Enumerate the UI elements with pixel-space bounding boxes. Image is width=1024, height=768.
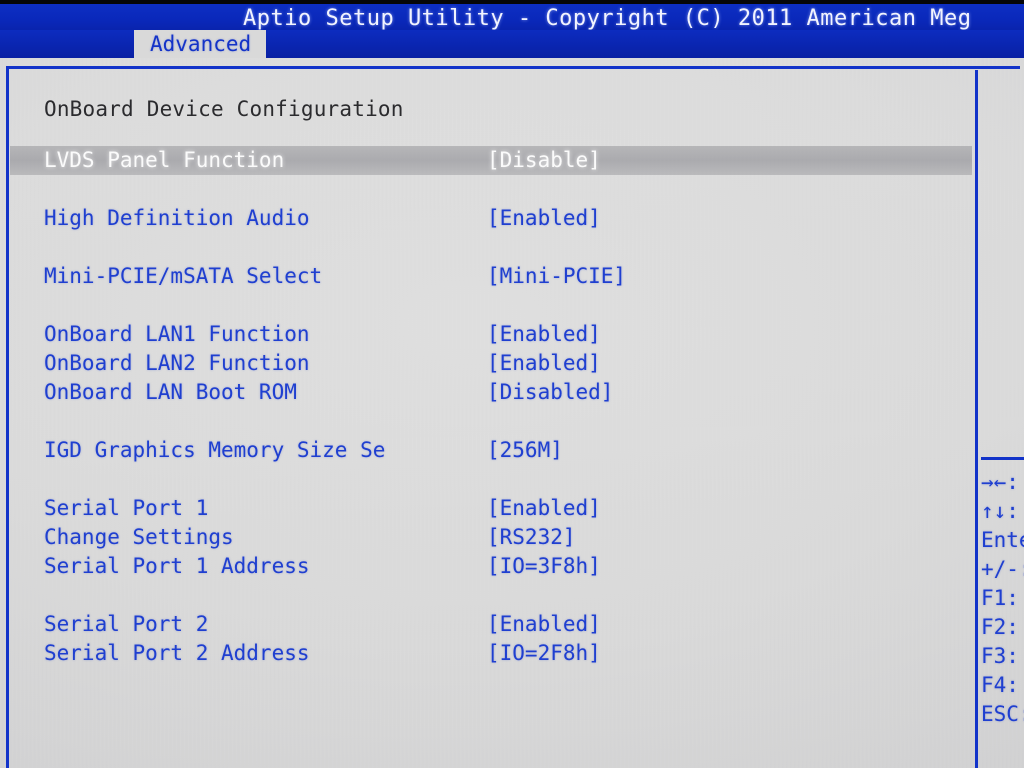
setting-row[interactable]: LVDS Panel Function [Disable]: [10, 146, 972, 175]
setting-label: OnBoard LAN2 Function: [44, 351, 310, 375]
help-key-row: F3:: [981, 642, 1024, 671]
help-key-row: F4:: [981, 671, 1024, 700]
setting-value[interactable]: [IO=3F8h]: [487, 552, 601, 581]
esc-key: ESC:: [981, 702, 1024, 726]
plus-minus-key: +/-:: [981, 557, 1024, 581]
setting-row[interactable]: Serial Port 1 Address [IO=3F8h]: [10, 552, 972, 581]
help-key-row: ↑↓:: [981, 497, 1024, 526]
setting-value[interactable]: [Enabled]: [487, 204, 601, 233]
setting-label: Serial Port 2: [44, 612, 209, 636]
setting-value[interactable]: [RS232]: [487, 523, 576, 552]
help-key-row: F2:: [981, 613, 1024, 642]
setting-row[interactable]: OnBoard LAN Boot ROM [Disabled]: [10, 378, 972, 407]
page-title: OnBoard Device Configuration: [44, 97, 404, 121]
setting-row[interactable]: High Definition Audio [Enabled]: [10, 204, 972, 233]
setting-label: OnBoard LAN1 Function: [44, 322, 310, 346]
help-key-row: Ente: [981, 526, 1024, 555]
setting-value[interactable]: [Disable]: [487, 146, 601, 175]
setting-value[interactable]: [IO=2F8h]: [487, 639, 601, 668]
setting-row[interactable]: OnBoard LAN1 Function [Enabled]: [10, 320, 972, 349]
left-right-arrow-key: →←:: [981, 470, 1019, 494]
f4-key: F4:: [981, 673, 1019, 697]
setting-value[interactable]: [Enabled]: [487, 494, 601, 523]
setting-value[interactable]: [256M]: [487, 436, 563, 465]
window-title: Aptio Setup Utility - Copyright (C) 2011…: [243, 6, 972, 31]
up-down-arrow-key: ↑↓:: [981, 499, 1019, 523]
setting-row[interactable]: Change Settings [RS232]: [10, 523, 972, 552]
setting-row[interactable]: Serial Port 2 Address [IO=2F8h]: [10, 639, 972, 668]
setting-label: Serial Port 1 Address: [44, 554, 310, 578]
setting-value[interactable]: [Disabled]: [487, 378, 613, 407]
f1-key: F1:: [981, 586, 1019, 610]
setting-value[interactable]: [Enabled]: [487, 610, 601, 639]
setting-label: High Definition Audio: [44, 206, 310, 230]
help-key-row: →←:: [981, 468, 1024, 497]
setting-label: Change Settings: [44, 525, 234, 549]
setting-label: IGD Graphics Memory Size Se: [44, 438, 386, 462]
setting-row[interactable]: IGD Graphics Memory Size Se [256M]: [10, 436, 972, 465]
setting-label: LVDS Panel Function: [44, 148, 285, 172]
pane-divider: [975, 70, 978, 768]
f2-key: F2:: [981, 615, 1019, 639]
screen-top-bezel: [0, 0, 1024, 4]
setting-label: Serial Port 1: [44, 496, 209, 520]
setting-row[interactable]: Serial Port 2 [Enabled]: [10, 610, 972, 639]
setting-label: Mini-PCIE/mSATA Select: [44, 264, 323, 288]
settings-pane: OnBoard Device Configuration LVDS Panel …: [10, 70, 972, 766]
help-key-row: +/-:: [981, 555, 1024, 584]
setting-row[interactable]: Mini-PCIE/mSATA Select [Mini-PCIE]: [10, 262, 972, 291]
help-key-row: ESC:: [981, 700, 1024, 729]
help-pane: →←: ↑↓: Ente +/-: F1: F2: F3: F4: ESC:: [981, 70, 1024, 768]
settings-list: LVDS Panel Function [Disable] High Definit…: [10, 146, 972, 668]
tab-advanced[interactable]: Advanced: [134, 30, 267, 58]
enter-key: Ente: [981, 528, 1024, 552]
setting-row[interactable]: OnBoard LAN2 Function [Enabled]: [10, 349, 972, 378]
setting-value[interactable]: [Enabled]: [487, 349, 601, 378]
help-separator: [981, 457, 1024, 460]
setting-value[interactable]: [Mini-PCIE]: [487, 262, 626, 291]
setting-value[interactable]: [Enabled]: [487, 320, 601, 349]
key-legend-list: →←: ↑↓: Ente +/-: F1: F2: F3: F4: ESC:: [981, 468, 1024, 729]
help-key-row: F1:: [981, 584, 1024, 613]
frame-left-rail: [6, 66, 9, 768]
setting-row[interactable]: Serial Port 1 [Enabled]: [10, 494, 972, 523]
setting-label: Serial Port 2 Address: [44, 641, 310, 665]
setting-label: OnBoard LAN Boot ROM: [44, 380, 297, 404]
f3-key: F3:: [981, 644, 1019, 668]
bios-setup-screen: Aptio Setup Utility - Copyright (C) 2011…: [0, 0, 1024, 768]
